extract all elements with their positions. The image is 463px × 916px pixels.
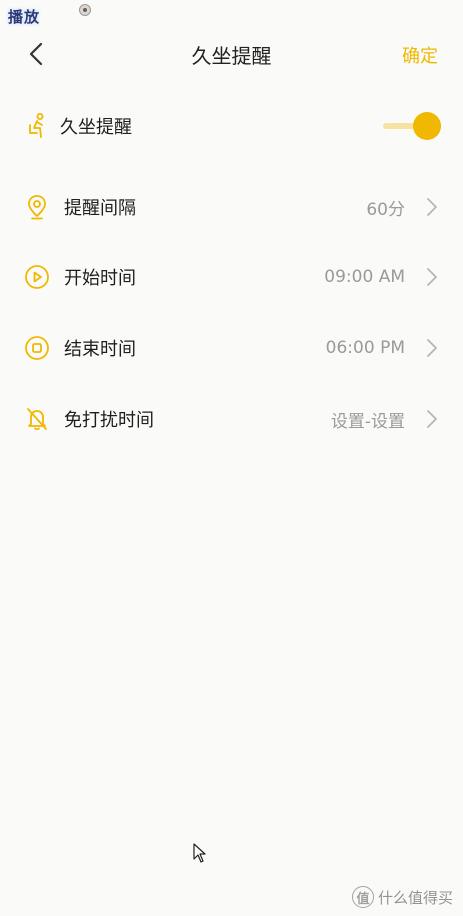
- chevron-right-icon: [427, 410, 437, 428]
- confirm-button[interactable]: 确定: [402, 42, 438, 68]
- settings-row-end-time[interactable]: 结束时间 06:00 PM: [0, 318, 463, 378]
- settings-row-value: 60分: [366, 199, 405, 220]
- settings-row-label: 免打扰时间: [64, 410, 154, 431]
- header: 久坐提醒 确定: [0, 30, 463, 78]
- location-pin-icon: [24, 194, 50, 220]
- watermark-text: 什么值得买: [377, 888, 453, 907]
- chevron-right-icon: [427, 268, 437, 286]
- stop-circle-icon: [24, 335, 50, 361]
- mouse-pointer-icon: [193, 843, 206, 863]
- settings-row-label: 结束时间: [64, 339, 136, 360]
- settings-row-interval[interactable]: 提醒间隔 60分: [0, 177, 463, 237]
- sedentary-reminder-label: 久坐提醒: [60, 117, 132, 138]
- settings-row-value: 09:00 AM: [324, 267, 405, 287]
- settings-row-label: 提醒间隔: [64, 198, 136, 219]
- settings-row-start-time[interactable]: 开始时间 09:00 AM: [0, 247, 463, 307]
- sedentary-reminder-toggle[interactable]: [383, 111, 441, 141]
- chevron-right-icon: [427, 339, 437, 357]
- settings-row-label: 开始时间: [64, 268, 136, 289]
- settings-row-value: 设置-设置: [330, 411, 405, 432]
- chevron-right-icon: [427, 198, 437, 216]
- settings-row-value: 06:00 PM: [325, 338, 405, 358]
- watermark: 值 什么值得买: [351, 886, 453, 908]
- play-circle-icon: [24, 264, 50, 290]
- page-title: 久坐提醒: [191, 44, 272, 68]
- play-badge: 播放: [8, 8, 41, 26]
- sedentary-reminder-row: 久坐提醒: [0, 96, 463, 156]
- status-dot-icon: [79, 4, 91, 16]
- watermark-logo-icon: 值: [351, 886, 374, 908]
- sitting-person-icon: [24, 113, 50, 139]
- settings-row-do-not-disturb[interactable]: 免打扰时间 设置-设置: [0, 389, 463, 449]
- toggle-knob: [413, 112, 441, 140]
- bell-off-icon: [24, 406, 50, 432]
